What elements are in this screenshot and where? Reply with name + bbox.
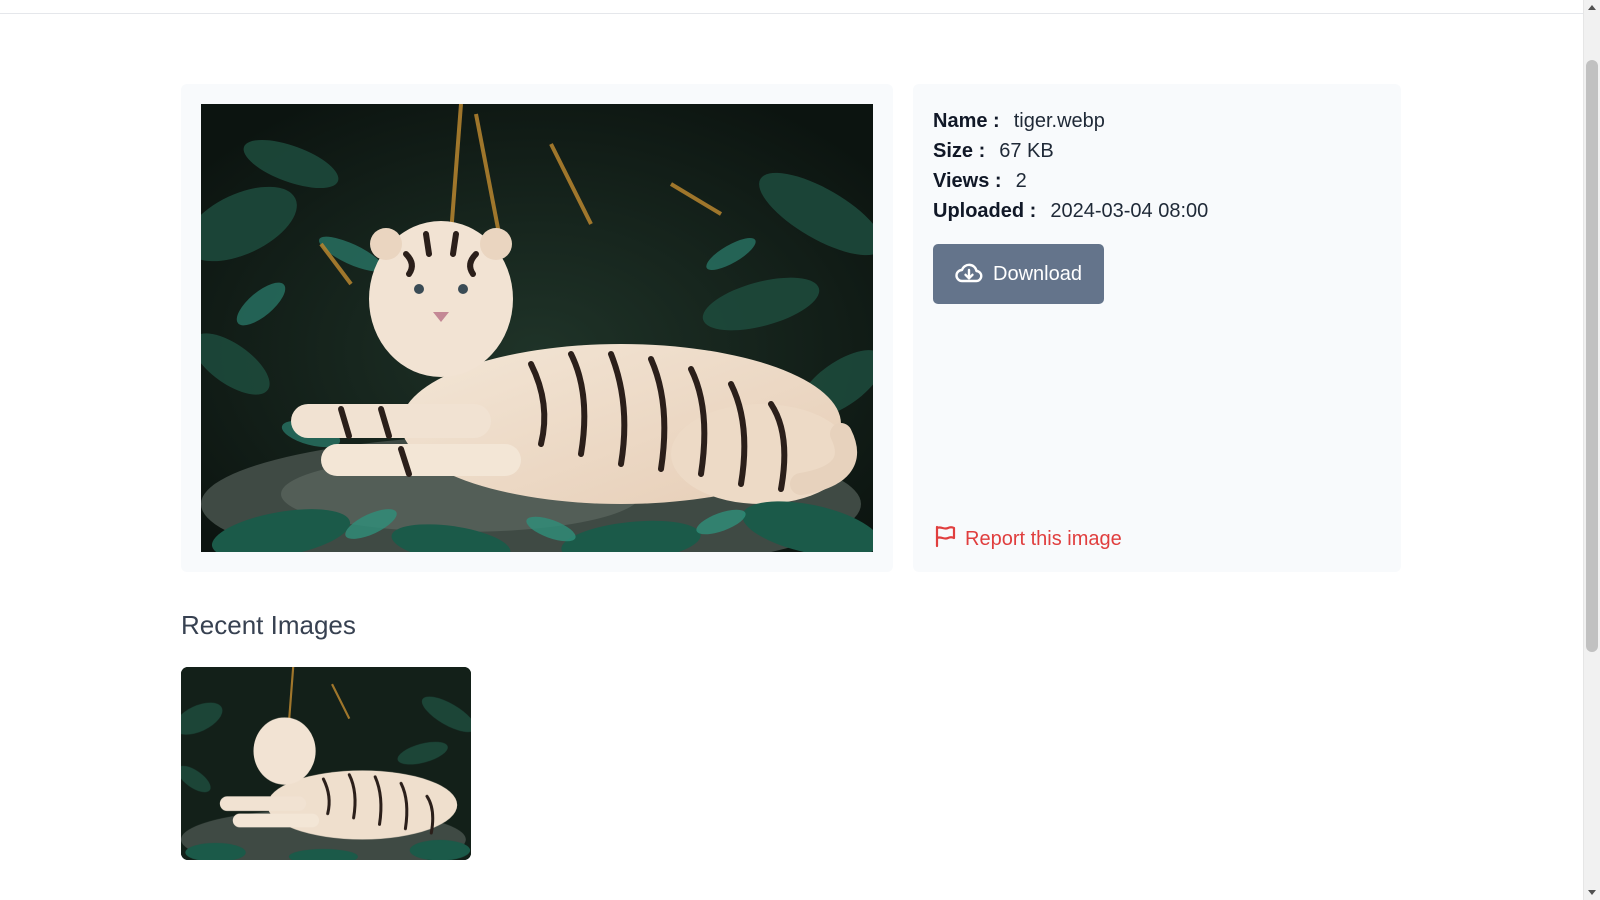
uploaded-label: Uploaded : <box>933 200 1037 222</box>
image-preview-panel <box>181 84 893 572</box>
report-link-label: Report this image <box>965 527 1122 550</box>
recent-images-heading: Recent Images <box>181 610 356 640</box>
file-details-list: Name : tiger.webp Size : 67 KB Views : 2 Up… <box>933 106 1208 226</box>
recent-images-grid <box>181 667 471 860</box>
cloud-download-icon <box>955 262 983 286</box>
views-value: 2 <box>1015 170 1027 192</box>
scroll-up-arrow-icon[interactable] <box>1588 5 1596 10</box>
scroll-down-arrow-icon[interactable] <box>1588 890 1596 895</box>
top-bar-edge <box>0 0 1583 14</box>
flag-icon <box>933 524 957 554</box>
recent-image-thumbnail[interactable] <box>181 667 471 860</box>
detail-row-name: Name : tiger.webp <box>933 106 1208 136</box>
download-button[interactable]: Download <box>933 244 1104 304</box>
size-value: 67 KB <box>999 140 1054 162</box>
report-image-link[interactable]: Report this image <box>933 524 1122 554</box>
tiger-thumbnail-image <box>181 667 471 860</box>
detail-row-uploaded: Uploaded : 2024-03-04 08:00 <box>933 196 1208 226</box>
detail-row-views: Views : 2 <box>933 166 1208 196</box>
name-label: Name : <box>933 110 1000 132</box>
tiger-image <box>201 104 873 552</box>
page: Name : tiger.webp Size : 67 KB Views : 2 Up… <box>0 0 1600 900</box>
vertical-scrollbar[interactable] <box>1583 0 1600 900</box>
download-button-label: Download <box>993 262 1082 285</box>
scrollbar-thumb[interactable] <box>1586 60 1598 652</box>
size-label: Size : <box>933 140 986 162</box>
image-info-panel: Name : tiger.webp Size : 67 KB Views : 2 Up… <box>913 84 1401 572</box>
uploaded-value: 2024-03-04 08:00 <box>1050 200 1209 222</box>
main-image[interactable] <box>201 104 873 552</box>
name-value: tiger.webp <box>1013 110 1105 132</box>
detail-row-size: Size : 67 KB <box>933 136 1208 166</box>
views-label: Views : <box>933 170 1002 192</box>
